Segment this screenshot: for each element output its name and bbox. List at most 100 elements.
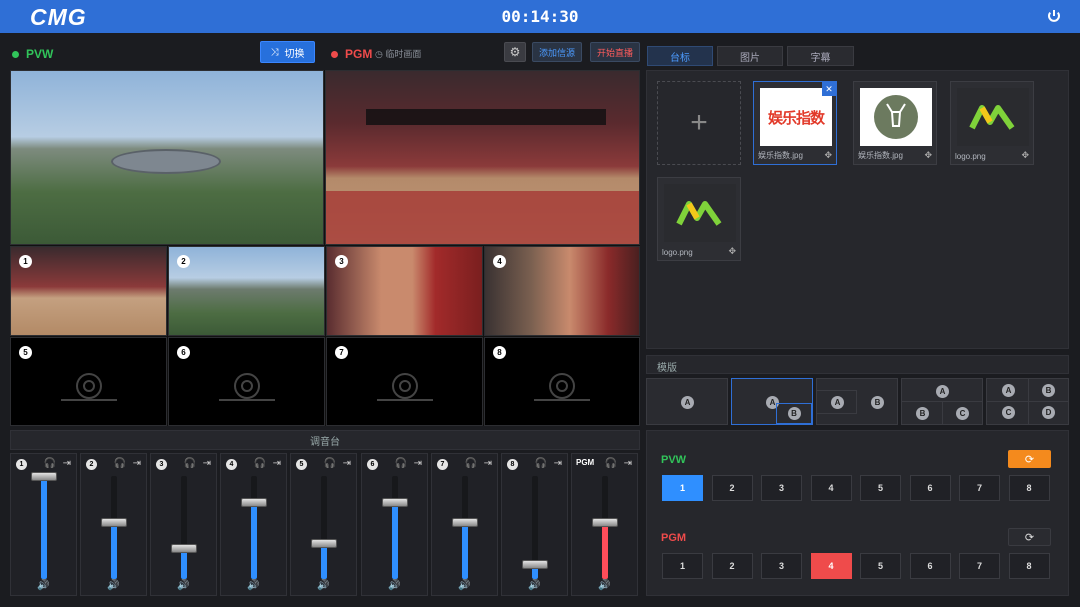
input-cell-3[interactable]: 3 bbox=[326, 246, 483, 336]
logo-thumb-4[interactable]: logo.png ✥ bbox=[657, 177, 741, 261]
fader-knob[interactable] bbox=[592, 518, 618, 527]
fader-track[interactable] bbox=[111, 476, 117, 579]
pvw-input-button-1[interactable]: 1 bbox=[662, 475, 703, 501]
timer-icon: ◷ bbox=[375, 49, 386, 59]
speaker-icon[interactable]: 🔊 bbox=[317, 580, 329, 591]
fader-track[interactable] bbox=[181, 476, 187, 579]
pgm-input-button-8[interactable]: 8 bbox=[1008, 553, 1050, 579]
pgm-input-button-5[interactable]: 5 bbox=[860, 553, 901, 579]
input-cell-7[interactable]: 7 bbox=[326, 337, 483, 426]
pgm-input-button-3[interactable]: 3 bbox=[761, 553, 802, 579]
headphone-icon[interactable]: 🎧 bbox=[535, 458, 547, 469]
channel-number: 1 bbox=[16, 459, 27, 470]
export-icon[interactable]: ⇥ bbox=[273, 458, 281, 469]
fader-knob[interactable] bbox=[311, 539, 337, 548]
headphone-icon[interactable]: 🎧 bbox=[44, 458, 56, 469]
move-icon[interactable]: ✥ bbox=[824, 150, 832, 161]
export-icon[interactable]: ⇥ bbox=[624, 458, 632, 469]
headphone-icon[interactable]: 🎧 bbox=[254, 458, 266, 469]
headphone-icon[interactable]: 🎧 bbox=[184, 458, 196, 469]
export-icon[interactable]: ⇥ bbox=[554, 458, 562, 469]
pvw-input-button-6[interactable]: 6 bbox=[909, 475, 951, 501]
export-icon[interactable]: ⇥ bbox=[63, 458, 71, 469]
close-icon[interactable]: ✕ bbox=[822, 82, 836, 96]
logo-thumb-2[interactable]: 娱乐指数.jpg ✥ bbox=[853, 81, 937, 165]
speaker-icon[interactable]: 🔊 bbox=[247, 580, 259, 591]
template-single[interactable]: A bbox=[646, 378, 728, 425]
pvw-input-button-4[interactable]: 4 bbox=[810, 475, 852, 501]
fader-knob[interactable] bbox=[522, 560, 548, 569]
pvw-monitor[interactable] bbox=[10, 70, 324, 245]
move-icon[interactable]: ✥ bbox=[728, 246, 736, 257]
fader-track[interactable] bbox=[602, 476, 608, 579]
pvw-input-button-5[interactable]: 5 bbox=[860, 475, 901, 501]
switch-button[interactable]: ⤨ 切换 bbox=[260, 41, 315, 63]
pvw-input-button-7[interactable]: 7 bbox=[959, 475, 1000, 501]
input-cell-4[interactable]: 4 bbox=[484, 246, 640, 336]
input-cell-1[interactable]: 1 bbox=[10, 246, 167, 336]
speaker-icon[interactable]: 🔊 bbox=[37, 580, 49, 591]
template-quad[interactable]: ABCD bbox=[986, 378, 1069, 425]
refresh-icon[interactable]: ⟳ bbox=[1008, 528, 1051, 546]
move-icon[interactable]: ✥ bbox=[1021, 150, 1029, 161]
template-three[interactable]: ABC bbox=[901, 378, 983, 425]
fader-knob[interactable] bbox=[31, 472, 57, 481]
power-icon[interactable] bbox=[1046, 8, 1062, 24]
export-icon[interactable]: ⇥ bbox=[133, 458, 141, 469]
pvw-input-button-8[interactable]: 8 bbox=[1008, 475, 1050, 501]
pvw-input-button-2[interactable]: 2 bbox=[711, 475, 753, 501]
headphone-icon[interactable]: 🎧 bbox=[605, 458, 617, 469]
input-cell-8[interactable]: 8 bbox=[484, 337, 640, 426]
export-icon[interactable]: ⇥ bbox=[343, 458, 351, 469]
add-logo-plus-icon[interactable]: + bbox=[657, 81, 741, 165]
logo-thumb-3[interactable]: logo.png ✥ bbox=[950, 81, 1034, 165]
logo-thumb-1[interactable]: 娱乐指数 ✕ 娱乐指数.jpg ✥ bbox=[753, 81, 837, 165]
start-live-button[interactable]: 开始直播 bbox=[590, 42, 640, 62]
export-icon[interactable]: ⇥ bbox=[414, 458, 422, 469]
fader-track[interactable] bbox=[392, 476, 398, 579]
pgm-input-button-2[interactable]: 2 bbox=[711, 553, 753, 579]
tab-image[interactable]: 图片 bbox=[717, 46, 783, 66]
fader-knob[interactable] bbox=[101, 518, 127, 527]
headphone-icon[interactable]: 🎧 bbox=[465, 458, 477, 469]
input-cell-6[interactable]: 6 bbox=[168, 337, 325, 426]
fader-knob[interactable] bbox=[382, 498, 408, 507]
speaker-icon[interactable]: 🔊 bbox=[528, 580, 540, 591]
input-cell-2[interactable]: 2 bbox=[168, 246, 325, 336]
temp-picture-toggle[interactable]: ◷ 临时画面 bbox=[375, 47, 421, 60]
refresh-icon[interactable]: ⟳ bbox=[1008, 450, 1051, 468]
input-cell-5[interactable]: 5 bbox=[10, 337, 167, 426]
headphone-icon[interactable]: 🎧 bbox=[395, 458, 407, 469]
fader-track[interactable] bbox=[251, 476, 257, 579]
mixer-channel-6: 6 🎧 ⇥ 🔊 bbox=[361, 453, 428, 596]
add-source-button[interactable]: 添加信源 bbox=[532, 42, 582, 62]
pgm-input-button-4[interactable]: 4 bbox=[810, 553, 852, 579]
fader-knob[interactable] bbox=[241, 498, 267, 507]
pgm-monitor[interactable] bbox=[325, 70, 640, 245]
pgm-input-button-6[interactable]: 6 bbox=[909, 553, 951, 579]
fader-knob[interactable] bbox=[452, 518, 478, 527]
speaker-icon[interactable]: 🔊 bbox=[177, 580, 189, 591]
tab-caption[interactable]: 字幕 bbox=[787, 46, 854, 66]
settings-gear-icon[interactable]: ⚙ bbox=[504, 42, 526, 62]
fader-track[interactable] bbox=[462, 476, 468, 579]
headphone-icon[interactable]: 🎧 bbox=[114, 458, 126, 469]
speaker-icon[interactable]: 🔊 bbox=[388, 580, 400, 591]
headphone-icon[interactable]: 🎧 bbox=[324, 458, 336, 469]
export-icon[interactable]: ⇥ bbox=[484, 458, 492, 469]
template-side-by-side[interactable]: AB bbox=[816, 378, 898, 425]
template-pip[interactable]: AB bbox=[731, 378, 813, 425]
pvw-input-button-3[interactable]: 3 bbox=[761, 475, 802, 501]
speaker-icon[interactable]: 🔊 bbox=[598, 580, 610, 591]
tab-logo[interactable]: 台标 bbox=[647, 46, 713, 66]
speaker-icon[interactable]: 🔊 bbox=[107, 580, 119, 591]
fader-track[interactable] bbox=[321, 476, 327, 579]
pgm-input-button-7[interactable]: 7 bbox=[959, 553, 1000, 579]
fader-knob[interactable] bbox=[171, 544, 197, 553]
fader-track[interactable] bbox=[41, 476, 47, 579]
move-icon[interactable]: ✥ bbox=[924, 150, 932, 161]
export-icon[interactable]: ⇥ bbox=[203, 458, 211, 469]
pvw-indicator: PVW bbox=[12, 47, 53, 61]
pgm-input-button-1[interactable]: 1 bbox=[662, 553, 703, 579]
speaker-icon[interactable]: 🔊 bbox=[458, 580, 470, 591]
